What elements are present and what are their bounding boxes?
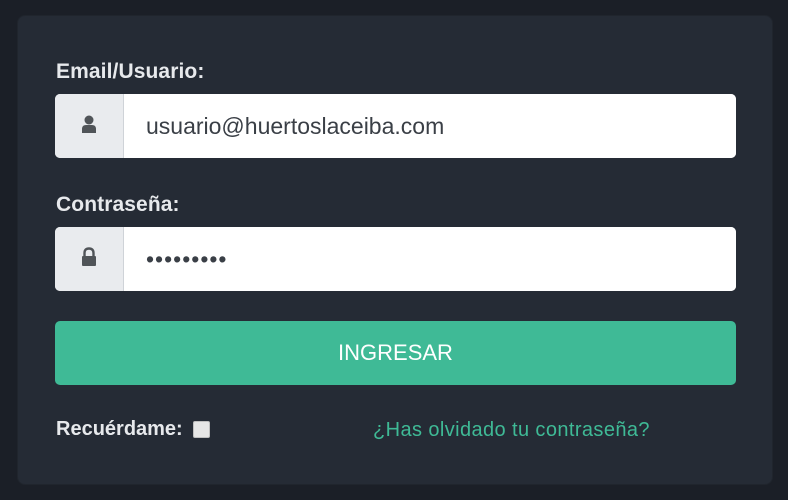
password-input-group bbox=[55, 227, 736, 291]
password-addon bbox=[55, 227, 124, 291]
email-label: Email/Usuario: bbox=[56, 60, 205, 83]
password-field[interactable] bbox=[124, 227, 736, 291]
lock-icon bbox=[81, 246, 97, 272]
email-input-group bbox=[55, 94, 736, 158]
login-panel: Email/Usuario: Contraseña: INGRESAR bbox=[18, 16, 772, 484]
password-label: Contraseña: bbox=[56, 193, 180, 216]
email-addon bbox=[55, 94, 124, 158]
submit-button[interactable]: INGRESAR bbox=[55, 321, 736, 385]
remember-label: Recuérdame: bbox=[56, 418, 183, 440]
remember-checkbox[interactable] bbox=[192, 421, 210, 438]
user-icon bbox=[81, 114, 97, 139]
remember-me: Recuérdame: bbox=[56, 418, 210, 441]
email-input[interactable] bbox=[124, 94, 736, 158]
forgot-password-link[interactable]: ¿Has olvidado tu contraseña? bbox=[373, 419, 650, 442]
